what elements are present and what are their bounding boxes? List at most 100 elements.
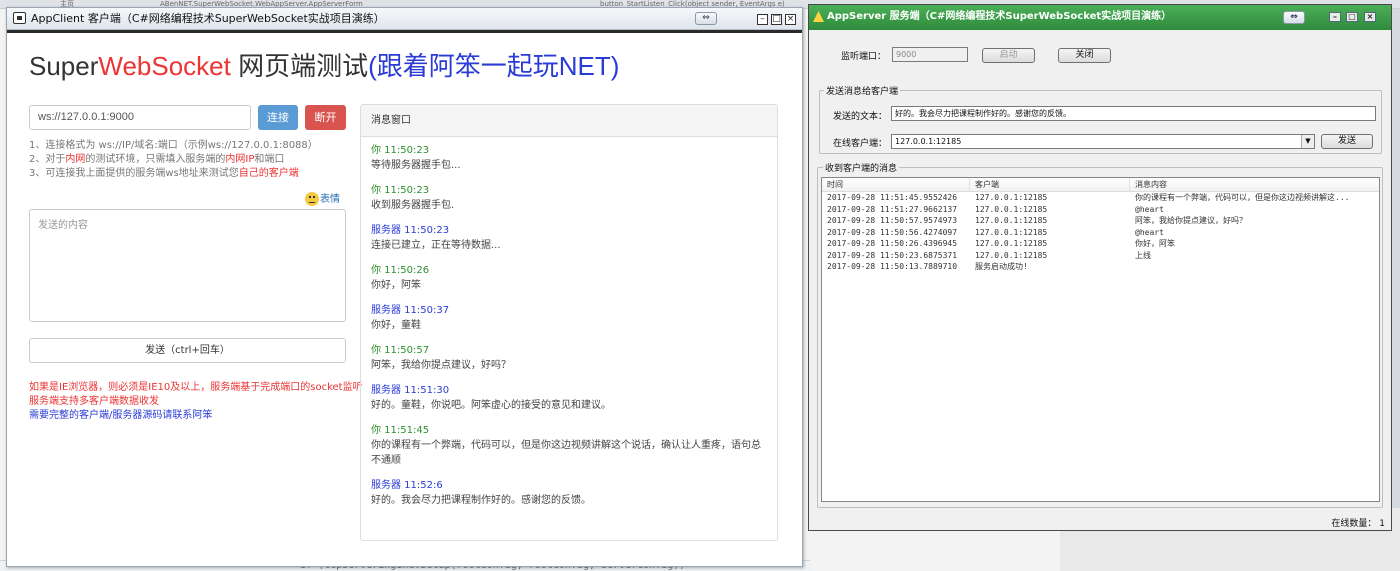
cell-message: 你好，阿笨 [1135,239,1175,248]
ie-note: 如果是IE浏览器，则必须是IE10及以上，服务端基于完成端口的socket监听 [29,382,363,393]
message-list: 你 11:50:23 等待服务器握手包... 你 11:50:23 收到服务器握手包.… [361,137,777,524]
hint-line-2: 2、对于内网的测试环境，只需填入服务端的内网IP和端口 [29,150,284,165]
message-panel-title: 消息窗口 [361,105,777,137]
emoji-button[interactable]: 表情 [305,190,340,206]
column-message[interactable]: 消息内容 [1130,178,1379,192]
client-label: 在线客户端： [833,139,888,149]
smiley-icon [305,192,319,206]
cell-time: 2017-09-28 11:51:27.9662137 [827,204,958,214]
chat-message-body: 好的。我会尽力把课程制作好的。感谢您的反馈。 [371,495,591,506]
server-window-title: AppServer 服务端（C#网络编程技术SuperWebSocket实战项目… [827,11,1172,22]
close-listen-button[interactable]: 关闭 [1058,48,1111,63]
cell-client: 127.0.0.1:12185 [975,250,1048,260]
cell-time: 2017-09-28 11:50:23.6875371 [827,250,958,260]
cell-client: 127.0.0.1:12185 [975,227,1048,237]
chat-message: 你 11:50:23 等待服务器握手包... [371,143,767,173]
maximize-button[interactable]: □ [771,14,782,25]
client-select[interactable]: 127.0.0.1:12185 ▼ [891,134,1315,149]
cell-client: 服务启动成功! [975,262,1028,271]
chat-message: 你 11:51:45 你的课程有一个弊端，代码可以，但是你这边视频讲解这个说话，确… [371,423,767,468]
client-divider [7,30,802,33]
minimize-button[interactable]: – [1329,12,1341,22]
listview-rows: 2017-09-28 11:51:45.9552426 127.0.0.1:121… [822,192,1379,273]
chat-message: 你 11:50:26 你好，阿笨 [371,263,767,293]
chat-message-time: 服务器 11:51:30 [371,385,450,396]
url-input[interactable]: ws://127.0.0.1:9000 [29,105,251,130]
cell-time: 2017-09-28 11:50:26.4396945 [827,239,958,248]
chat-message: 你 11:50:23 收到服务器握手包. [371,183,767,213]
chevron-down-icon: ▼ [1301,135,1314,148]
text-input[interactable]: 好的。我会尽力把课程制作好的。感谢您的反馈。 [891,106,1376,121]
chat-message-time: 服务器 11:50:37 [371,305,450,316]
cell-message: @heart [1135,204,1164,214]
cell-client: 127.0.0.1:12185 [975,239,1048,248]
table-row[interactable]: 2017-09-28 11:50:26.4396945 127.0.0.1:121… [822,238,1379,250]
chat-message-time: 你 11:50:23 [371,185,430,196]
cell-client: 127.0.0.1:12185 [975,193,1048,202]
app-icon [813,11,824,22]
chat-message: 你 11:50:57 阿笨，我给你提点建议，好吗？ [371,343,767,373]
chat-message-body: 好的。童鞋，你说吧。阿笨虚心的接受的意见和建议。 [371,400,611,411]
close-button[interactable]: × [1364,12,1376,22]
client-titlebar: AppClient 客户端（C#网络编程技术SuperWebSocket实战项目… [7,8,802,30]
table-row[interactable]: 2017-09-28 11:51:45.9552426 127.0.0.1:121… [822,192,1379,204]
cell-client: 127.0.0.1:12185 [975,204,1048,214]
source-note: 需要完整的客户端/服务器源码请联系阿笨 [29,410,213,421]
chat-message-time: 你 11:50:57 [371,345,430,356]
hint3-b: 自己的客户端 [238,168,299,179]
message-panel: 消息窗口 你 11:50:23 等待服务器握手包... 你 11:50:23 收到服务… [360,104,778,541]
table-row[interactable]: 2017-09-28 11:50:56.4274097 127.0.0.1:121… [822,227,1379,239]
table-row[interactable]: 2017-09-28 11:50:57.9574973 127.0.0.1:121… [822,215,1379,227]
hint-line-3: 3、可连接我上面提供的服务端ws地址来测试您自己的客户端 [29,164,299,179]
chat-message: 服务器 11:52:6 好的。我会尽力把课程制作好的。感谢您的反馈。 [371,478,767,508]
table-row[interactable]: 2017-09-28 11:51:27.9662137 127.0.0.1:121… [822,204,1379,216]
cell-time: 2017-09-28 11:50:13.7889710 [827,262,958,271]
maximize-button[interactable]: □ [1346,12,1358,22]
received-listview[interactable]: 时间 客户端 消息内容 2017-09-28 11:51:45.9552426 1… [821,177,1380,502]
title-super: Super [29,51,99,81]
chat-message-body: 收到服务器握手包. [371,200,455,211]
cell-message: 你的课程有一个弊端，代码可以，但是你这边视频讲解这... [1135,193,1350,202]
hint3-a: 3、可连接我上面提供的服务端ws地址来测试您 [29,168,239,179]
restore-arrows-icon[interactable]: ⇔ [695,12,717,25]
chat-message-body: 你好，童鞋 [371,320,421,331]
chat-message: 服务器 11:50:37 你好，童鞋 [371,303,767,333]
start-button[interactable]: 启动 [982,48,1035,63]
chat-message-body: 阿笨，我给你提点建议，好吗？ [371,360,511,371]
chat-message-time: 服务器 11:52:6 [371,480,443,491]
port-label: 监听端口： [841,52,887,62]
chat-message-time: 服务器 11:50:23 [371,225,450,236]
chat-message-body: 你的课程有一个弊端，代码可以，但是你这边视频讲解这个说话，确认让人重疼，语句总不… [371,440,761,466]
server-body: 监听端口： 9000 启动 关闭 发送消息给客户端 发送的文本： 好的。我会尽力… [809,30,1391,530]
minimize-button[interactable]: – [757,14,768,25]
table-row[interactable]: 2017-09-28 11:50:23.6875371 127.0.0.1:121… [822,250,1379,262]
cell-client: 127.0.0.1:12185 [975,216,1048,225]
disconnect-button[interactable]: 断开 [305,105,346,130]
text-label: 发送的文本： [833,112,888,122]
background-scroll-area [1392,9,1400,509]
table-row[interactable]: 2017-09-28 11:50:13.7889710 服务启动成功! [822,261,1379,273]
send-button[interactable]: 发送（ctrl+回车） [29,338,346,363]
monitor-icon [13,12,26,24]
received-group-title: 收到客户端的消息 [823,161,900,174]
client-window: AppClient 客户端（C#网络编程技术SuperWebSocket实战项目… [6,7,803,567]
client-select-value: 127.0.0.1:12185 [895,137,962,146]
restore-arrows-icon[interactable]: ⇔ [1283,11,1305,24]
multi-client-note: 服务端支持多客户端数据收发 [29,396,159,407]
close-button[interactable]: × [785,14,796,25]
cell-message: 阿笨，我给你提点建议，好吗？ [1135,216,1247,225]
online-count: 在线数量： 1 [1331,519,1385,529]
hint-line-1: 1、连接格式为 ws://IP/域名:端口（示例ws://127.0.0.1:8… [29,140,318,151]
connect-button[interactable]: 连接 [258,105,298,130]
column-client[interactable]: 客户端 [970,178,1130,192]
server-send-button[interactable]: 发送 [1321,134,1373,149]
chat-message-time: 你 11:51:45 [371,425,430,436]
chat-message-body: 等待服务器握手包... [371,160,461,171]
port-input[interactable]: 9000 [892,47,968,62]
message-textarea[interactable]: 发送的内容 [29,209,346,322]
cell-time: 2017-09-28 11:50:57.9574973 [827,216,958,225]
client-window-title: AppClient 客户端（C#网络编程技术SuperWebSocket实战项目… [31,12,385,25]
column-time[interactable]: 时间 [822,178,970,192]
title-websocket: WebSocket [98,51,231,81]
chat-message-time: 你 11:50:26 [371,265,430,276]
